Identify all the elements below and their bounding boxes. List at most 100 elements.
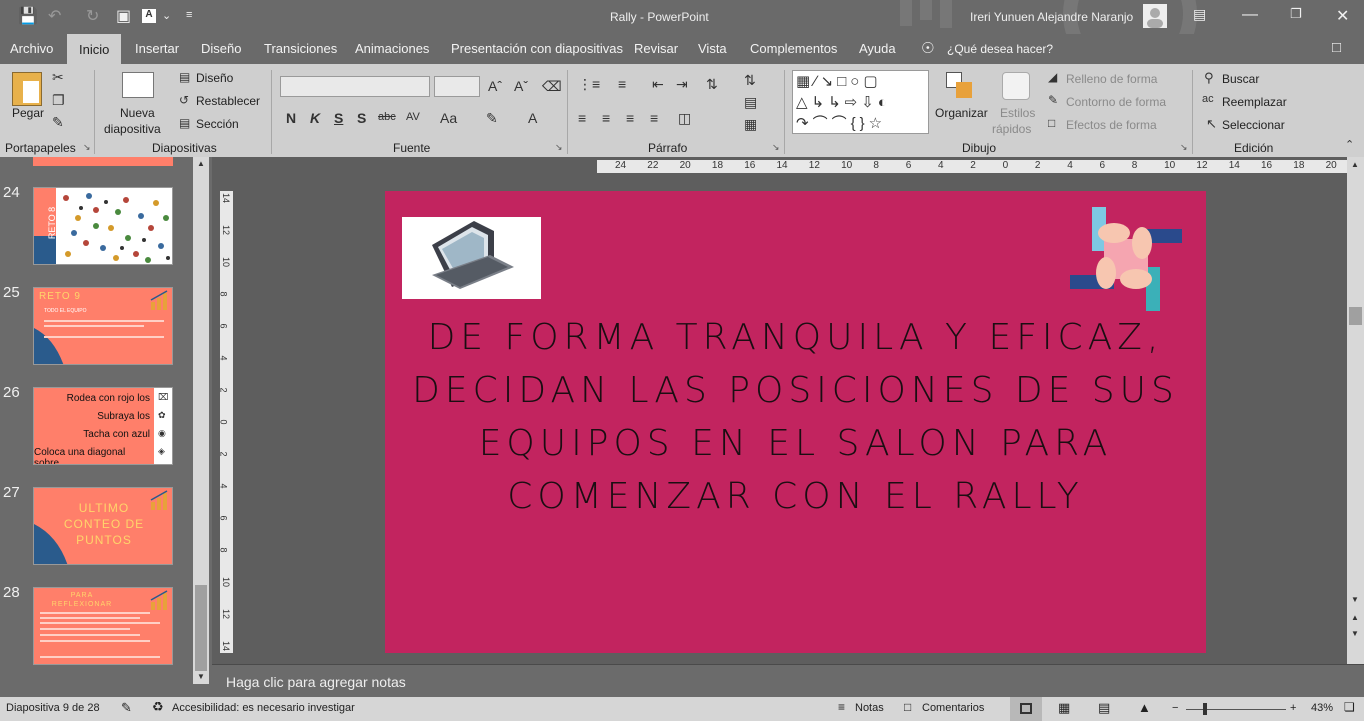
clear-format-icon[interactable]: ⌫ [542,78,562,95]
dialog-launcher-icon[interactable]: ↘ [555,142,563,153]
zoom-slider[interactable] [1186,709,1286,710]
scroll-thumb[interactable] [195,585,207,671]
comments-button[interactable]: Comentarios [922,702,984,714]
scroll-thumb[interactable] [1349,307,1362,325]
align-left-icon[interactable]: ≡ [578,110,586,126]
replace-icon[interactable]: ac [1202,93,1214,105]
tell-me-search[interactable]: ¿Qué desea hacer? [947,42,1053,56]
zoom-in-icon[interactable]: + [1290,702,1296,714]
tab-vista[interactable]: Vista [698,41,727,56]
tab-transiciones[interactable]: Transiciones [264,41,337,56]
tab-inicio[interactable]: Inicio [67,34,122,64]
avatar[interactable] [1143,4,1167,28]
shape-fill-button[interactable]: Relleno de forma [1066,72,1157,86]
select-button[interactable]: Seleccionar [1222,118,1285,132]
tab-archivo[interactable]: Archivo [10,41,53,56]
tab-revisar[interactable]: Revisar [634,41,678,56]
save-icon[interactable]: 💾 [18,6,38,26]
accessibility-status[interactable]: Accesibilidad: es necesario investigar [172,702,355,714]
chevron-down-icon[interactable]: ⌄ [162,9,171,22]
notes-icon[interactable]: ≡ [838,700,845,714]
fill-icon[interactable]: ◢ [1048,70,1057,84]
font-color-icon[interactable]: A [528,110,537,126]
slideshow-icon[interactable]: ▲ [1138,700,1151,715]
dialog-launcher-icon[interactable]: ↘ [83,142,91,153]
new-slide-label-2[interactable]: diapositiva [104,122,161,136]
section-button[interactable]: Sección [196,117,239,131]
shadow-button[interactable]: S [357,110,366,126]
shrink-font-icon[interactable]: Aˇ [514,78,528,94]
align-right-icon[interactable]: ≡ [626,110,634,126]
arrange-button[interactable]: Organizar [935,106,988,120]
notes-placeholder[interactable]: Haga clic para agregar notas [226,674,406,690]
tab-presentacion[interactable]: Presentación con diapositivas [451,41,623,56]
thumbnail-24[interactable]: RETO 8 [33,187,173,265]
comments-icon[interactable]: □ [1332,39,1341,56]
font-name-combo[interactable] [280,76,430,97]
columns-icon[interactable]: ◫ [678,110,691,127]
notes-pane[interactable]: Haga clic para agregar notas [212,664,1364,697]
paste-icon[interactable] [12,72,42,106]
minimize-icon[interactable]: — [1242,6,1258,24]
paste-label[interactable]: Pegar [12,106,44,120]
shapes-gallery[interactable]: ▦∕↘□○▢ △↳↳⇨⇩◐ ↷⌒⌒{}☆ [792,70,929,134]
user-name[interactable]: Ireri Yunuen Alejandre Naranjo [970,10,1133,24]
previous-slide-icon[interactable]: ▲ [1351,613,1359,622]
quick-styles-icon[interactable] [1002,72,1030,100]
text-direction-icon[interactable]: ⇅ [744,72,756,89]
layout-icon[interactable]: ▤ [179,70,190,84]
format-painter-icon[interactable]: ✎ [52,114,64,131]
slide-body-text[interactable]: DE FORMA TRANQUILA Y EFICAZ, DECIDAN LAS… [395,311,1196,523]
scroll-down-icon[interactable]: ▼ [197,672,205,681]
outline-icon[interactable]: ✎ [1048,93,1058,107]
slide-scrollbar[interactable]: ▲ ▼ ▲ ▼ [1347,157,1364,664]
section-icon[interactable]: ▤ [179,116,190,130]
cut-icon[interactable]: ✂ [52,69,64,86]
tab-complementos[interactable]: Complementos [750,41,837,56]
new-slide-label[interactable]: Nueva [120,106,155,120]
quick-styles-label-2[interactable]: rápidos [992,122,1031,136]
shape-effects-button[interactable]: Efectos de forma [1066,118,1157,132]
tab-diseno[interactable]: Diseño [201,41,241,56]
next-slide-icon[interactable]: ▼ [1351,629,1359,638]
bullets-icon[interactable]: ⋮≡ [578,76,600,93]
accessibility-icon[interactable]: ♻ [152,699,164,715]
arrange-icon[interactable] [946,72,974,98]
laptop-image[interactable] [402,217,541,299]
shape-outline-button[interactable]: Contorno de forma [1066,95,1166,109]
tab-insertar[interactable]: Insertar [135,41,179,56]
normal-view-icon[interactable] [1010,697,1042,721]
underline-button[interactable]: S [334,110,343,126]
numbering-icon[interactable]: ≡ [618,76,626,92]
italic-button[interactable]: K [310,110,320,126]
smartart-icon[interactable]: ▦ [744,116,757,133]
scroll-down-icon[interactable]: ▼ [1351,595,1359,604]
highlight-icon[interactable]: ✎ [486,110,498,127]
scroll-up-icon[interactable]: ▲ [1351,160,1359,169]
notes-button[interactable]: Notas [855,702,884,714]
increase-indent-icon[interactable]: ⇥ [676,76,688,93]
effects-icon[interactable]: □ [1048,116,1055,130]
collapse-ribbon-icon[interactable]: ⌃ [1345,138,1354,151]
copy-icon[interactable]: ❐ [52,92,65,109]
reset-button[interactable]: Restablecer [196,94,260,108]
slide-sorter-icon[interactable]: ▦ [1058,700,1070,716]
change-case-button[interactable]: Aa [440,110,457,126]
align-center-icon[interactable]: ≡ [602,110,610,126]
decrease-indent-icon[interactable]: ⇤ [652,76,664,93]
layout-button[interactable]: Diseño [196,71,233,85]
thumbnail-27[interactable]: ULTIMO CONTEO DE PUNTOS [33,487,173,565]
zoom-slider-thumb[interactable] [1203,703,1207,715]
thumbnail-25[interactable]: RETO 9 TODO EL EQUIPO [33,287,173,365]
thumbnail-28[interactable]: PARA REFLEXIONAR [33,587,173,665]
zoom-level[interactable]: 43% [1311,702,1333,714]
thumbnail-26[interactable]: Rodea con rojo los Subraya los Tacha con… [33,387,173,465]
comment-icon[interactable]: □ [904,700,911,714]
font-color-icon[interactable]: A [142,9,156,23]
dialog-launcher-icon[interactable]: ↘ [1180,142,1188,153]
align-text-icon[interactable]: ▤ [744,94,757,111]
tab-animaciones[interactable]: Animaciones [355,41,429,56]
find-button[interactable]: Buscar [1222,72,1259,86]
ribbon-display-icon[interactable]: ▤ [1193,6,1206,23]
strikethrough-button[interactable]: abc [378,111,396,123]
